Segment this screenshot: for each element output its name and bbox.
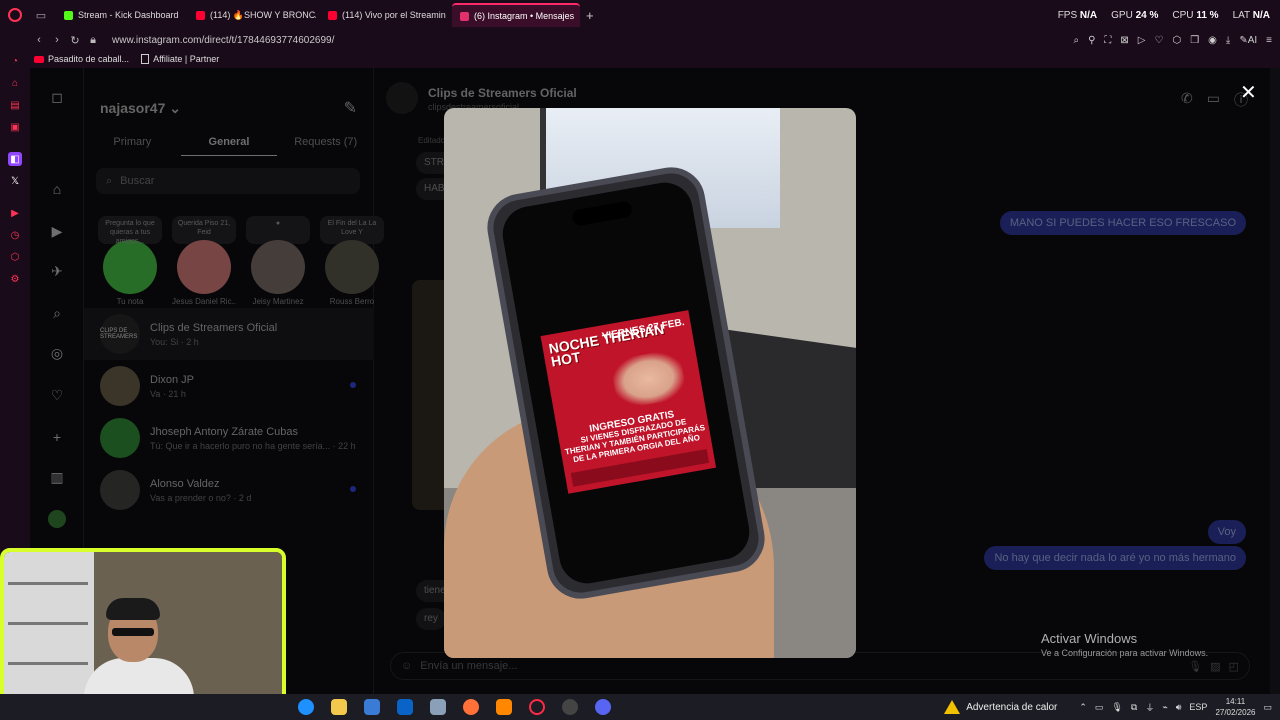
youtube-icon — [328, 10, 337, 20]
lat-readout: LAT N/A — [1232, 9, 1270, 21]
extensions-icon[interactable]: ⬡ — [8, 250, 22, 264]
address-bar: ‹ › ↻ 🔒︎ www.instagram.com/direct/t/1784… — [0, 30, 1280, 50]
workspaces-icon[interactable]: ▭ — [30, 0, 52, 30]
clock[interactable]: 14:11 27/02/2026 — [1215, 696, 1255, 718]
flyer-figure — [609, 348, 688, 410]
forward-icon[interactable]: › — [48, 34, 66, 46]
webcam-overlay — [0, 548, 286, 718]
tab-kick-dashboard[interactable]: Stream - Kick Dashboard — [56, 3, 184, 27]
usb-icon[interactable]: ⏚ — [1145, 701, 1154, 714]
firefox-icon[interactable] — [463, 699, 479, 715]
youtube-icon — [34, 55, 44, 63]
opera-gx-icon[interactable] — [529, 699, 545, 715]
kick-icon — [64, 10, 73, 20]
snapshot-icon[interactable]: ⛶ — [1104, 35, 1111, 46]
aria-ai-button[interactable]: ✎AI — [1239, 35, 1257, 46]
network-icon[interactable]: ⌁ — [1162, 702, 1167, 713]
profile-icon[interactable]: ◉ — [1208, 35, 1217, 46]
youtube-icon — [196, 10, 205, 20]
tab-label: (114) 🔥SHOW Y BRONCA — [210, 9, 316, 20]
bookmark-affiliate[interactable]: Affiliate | Partner — [141, 54, 219, 64]
outlook-icon[interactable] — [397, 699, 413, 715]
battery-icon[interactable]: ▭ — [1095, 702, 1104, 713]
screen-icon[interactable]: ⧉ — [1131, 702, 1137, 713]
app-icon[interactable] — [430, 699, 446, 715]
instagram-icon — [460, 11, 469, 21]
system-tray: Advertencia de calor ⌃ ▭ 🎙︎ ⧉ ⏚ ⌁ 🔊︎ ESP… — [944, 694, 1272, 720]
store-icon[interactable] — [364, 699, 380, 715]
player-icon[interactable]: ▷ — [1138, 35, 1146, 46]
url-field[interactable]: www.instagram.com/direct/t/1784469377460… — [112, 35, 334, 46]
tab-label: (6) Instagram • Mensajes — [474, 11, 575, 21]
adblock-icon[interactable]: ⊠ — [1120, 35, 1128, 46]
extensions-icon[interactable]: ⬡ — [1172, 35, 1181, 46]
lock-icon: 🔒︎ — [90, 33, 96, 46]
dynamic-island — [571, 200, 634, 227]
volume-icon[interactable]: 🔊︎ — [1176, 702, 1182, 713]
twitch-icon[interactable]: ◧ — [8, 152, 22, 166]
obs-icon[interactable] — [562, 699, 578, 715]
heat-warning[interactable]: Advertencia de calor — [944, 700, 1057, 714]
tab-youtube-vivo[interactable]: (114) Vivo por el Streamin — [320, 3, 448, 27]
reload-icon[interactable]: ↻ — [66, 34, 84, 47]
player-icon[interactable]: ▶ — [8, 206, 22, 220]
gpu-readout: GPU 24 % — [1111, 9, 1159, 21]
heart-icon[interactable]: ♡ — [1154, 35, 1163, 46]
notifications-icon[interactable]: ▭ — [1263, 702, 1272, 713]
browser-tabbar: ▭ Stream - Kick Dashboard (114) 🔥SHOW Y … — [0, 0, 1280, 30]
opera-logo-icon[interactable] — [0, 0, 30, 30]
menu-icon[interactable]: ≡ — [1266, 35, 1272, 46]
messenger-icon[interactable]: ▤ — [8, 98, 22, 112]
bookmarks-bar: Pasadito de caball... Affiliate | Partne… — [0, 50, 1280, 68]
x-icon[interactable]: 𝕏 — [8, 174, 22, 188]
gx-corner-icon[interactable]: ⌂ — [8, 76, 22, 90]
tab-label: (114) Vivo por el Streamin — [342, 10, 446, 20]
aria-icon[interactable]: ◔ — [8, 54, 22, 68]
mic-icon[interactable]: 🎙︎ — [1111, 702, 1122, 713]
cube-icon[interactable]: ❒ — [1190, 35, 1199, 46]
gx-hud: FPS N/A GPU 24 % CPU 11 % LAT N/A — [1058, 0, 1270, 30]
history-icon[interactable]: ◷ — [8, 228, 22, 242]
windows-taskbar: Advertencia de calor ⌃ ▭ 🎙︎ ⧉ ⏚ ⌁ 🔊︎ ESP… — [0, 694, 1280, 720]
new-tab-button[interactable]: + — [586, 8, 594, 23]
media-viewer-image: NOCHE THERIAN HOT VIERNES 27 FEB. INGRES… — [444, 108, 856, 658]
tab-instagram-messages[interactable]: (6) Instagram • Mensajes — [452, 3, 580, 27]
edge-icon[interactable] — [298, 699, 314, 715]
vlc-icon[interactable] — [496, 699, 512, 715]
close-icon[interactable]: ✕ — [1240, 80, 1257, 105]
tab-label: Stream - Kick Dashboard — [78, 10, 179, 20]
back-icon[interactable]: ‹ — [30, 34, 48, 46]
tab-youtube-show[interactable]: (114) 🔥SHOW Y BRONCA — [188, 3, 316, 27]
event-flyer: NOCHE THERIAN HOT VIERNES 27 FEB. INGRES… — [540, 310, 717, 494]
page-icon — [141, 54, 150, 64]
discord-icon[interactable] — [595, 699, 611, 715]
address-tools: ⌕ ⚲ ⛶ ⊠ ▷ ♡ ⬡ ❒ ◉ ⤓ ✎AI ≡ — [1073, 30, 1272, 50]
warning-icon — [944, 700, 961, 714]
activate-windows-watermark: Activar Windows Ve a Configuración para … — [1041, 631, 1209, 658]
cpu-readout: CPU 11 % — [1172, 9, 1219, 21]
zoom-icon[interactable]: ⌕ — [1073, 35, 1079, 46]
bookmark-pasadito[interactable]: Pasadito de caball... — [34, 54, 129, 64]
pin-icon[interactable]: ⚲ — [1088, 35, 1095, 46]
download-icon[interactable]: ⤓ — [1226, 35, 1230, 46]
tv-icon[interactable]: ▣ — [8, 120, 22, 134]
fps-readout: FPS N/A — [1057, 9, 1098, 21]
file-explorer-icon[interactable] — [331, 699, 347, 715]
chevron-up-icon[interactable]: ⌃ — [1079, 702, 1087, 713]
language-indicator[interactable]: ESP — [1189, 702, 1207, 712]
settings-icon[interactable]: ⚙ — [8, 272, 22, 286]
